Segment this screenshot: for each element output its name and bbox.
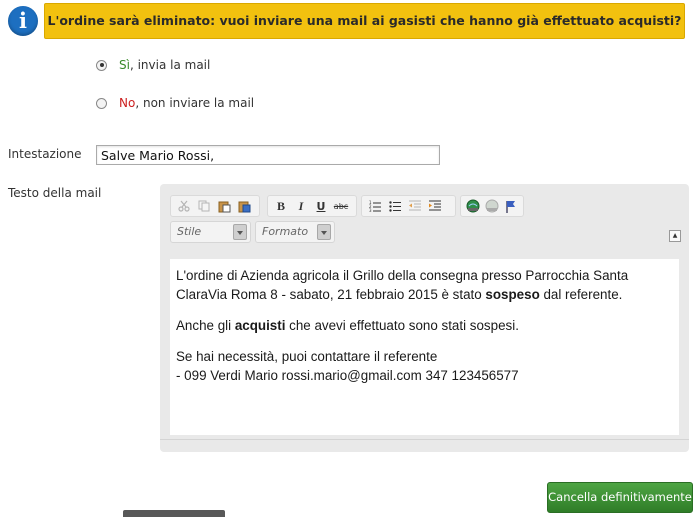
chevron-down-icon[interactable] — [233, 224, 247, 240]
bulleted-list-icon[interactable] — [385, 197, 405, 215]
delete-permanently-button[interactable]: Cancella definitivamente — [547, 482, 693, 513]
unlink-icon[interactable] — [483, 197, 502, 215]
heading-label: Intestazione — [8, 147, 82, 161]
strikethrough-button[interactable]: abc — [331, 197, 351, 215]
bottom-tab[interactable] — [123, 510, 225, 517]
paragraph-2: Anche gli acquisti che avevi effettuato … — [176, 318, 519, 333]
indent-icon[interactable] — [425, 197, 445, 215]
radio-label-send[interactable]: Sì, invia la mail — [119, 58, 210, 72]
paste-icon[interactable] — [214, 197, 234, 215]
editor-status-bar — [160, 439, 689, 452]
style-select-label: Stile — [177, 225, 202, 238]
paste-word-icon[interactable] — [234, 197, 254, 215]
paragraph-1: L'ordine di Azienda agricola il Grillo d… — [176, 268, 629, 302]
toolbar-list-group: 123 — [361, 195, 456, 217]
underline-button[interactable]: U — [311, 197, 331, 215]
toolbar-style-group: B I U abc — [267, 195, 357, 217]
radio-button-send[interactable] — [96, 59, 107, 71]
body-label: Testo della mail — [8, 186, 102, 200]
toolbar-clipboard-group — [170, 195, 260, 217]
format-select-label: Formato — [262, 225, 309, 238]
anchor-flag-icon[interactable] — [501, 197, 520, 215]
radio-no-mail[interactable]: No, non inviare la mail — [96, 96, 254, 110]
link-icon[interactable] — [464, 197, 483, 215]
cut-icon[interactable] — [174, 197, 194, 215]
info-icon: i — [8, 6, 38, 36]
heading-input[interactable] — [96, 145, 440, 165]
rich-text-editor: B I U abc 123 Stile Formato ▲ L'ordine d… — [160, 184, 689, 452]
editor-content-area[interactable]: L'ordine di Azienda agricola il Grillo d… — [170, 259, 679, 435]
format-select[interactable]: Formato — [255, 221, 335, 243]
radio-label-no-send[interactable]: No, non inviare la mail — [119, 96, 254, 110]
bold-button[interactable]: B — [271, 197, 291, 215]
radio-button-no-send[interactable] — [96, 97, 107, 109]
chevron-down-icon[interactable] — [317, 224, 331, 240]
collapse-toolbar-button[interactable]: ▲ — [669, 230, 681, 242]
banner-message: L'ordine sarà eliminato: vuoi inviare un… — [47, 13, 682, 28]
style-select[interactable]: Stile — [170, 221, 251, 243]
svg-text:3: 3 — [369, 208, 372, 212]
radio-send-mail[interactable]: Sì, invia la mail — [96, 58, 210, 72]
italic-button[interactable]: I — [291, 197, 311, 215]
warning-banner: L'ordine sarà eliminato: vuoi inviare un… — [44, 3, 685, 39]
outdent-icon[interactable] — [405, 197, 425, 215]
numbered-list-icon[interactable]: 123 — [365, 197, 385, 215]
copy-icon[interactable] — [194, 197, 214, 215]
paragraph-3: Se hai necessità, puoi contattare il ref… — [176, 349, 519, 383]
toolbar-link-group — [460, 195, 524, 217]
